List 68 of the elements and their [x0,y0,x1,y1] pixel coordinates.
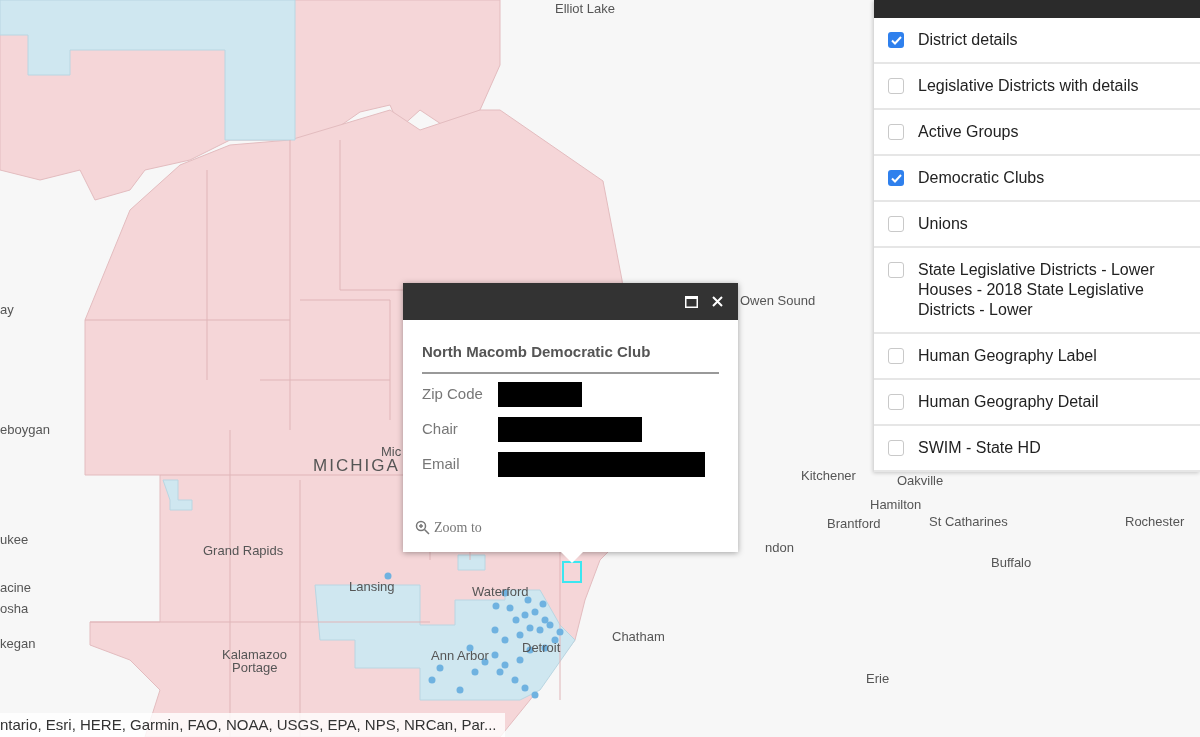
map-label: Detroit [522,640,561,656]
map-label: kegan [0,636,36,652]
map-label: St Catharines [929,514,1008,530]
layer-label: Human Geography Label [918,346,1097,366]
layer-label: Human Geography Detail [918,392,1099,412]
checkbox[interactable] [888,170,904,186]
map-label: ukee [0,532,29,548]
map-label: Portage [232,660,278,676]
layer-label: Active Groups [918,122,1019,142]
checkbox[interactable] [888,348,904,364]
zoom-in-icon [415,520,430,535]
layer-row[interactable]: Human Geography Label [874,334,1200,380]
map-label: Elliot Lake [555,1,615,17]
map-label: Kalamazoo [222,647,288,663]
layer-row[interactable]: District details [874,18,1200,64]
district-area [457,554,486,571]
map-label: Kitchener [801,468,856,484]
district-area [162,479,193,511]
map-label: Owen Sound [740,293,816,309]
map-label: Brantford [827,516,881,532]
attribution-bar: ntario, Esri, HERE, Garmin, FAO, NOAA, USGS, EPA, NPS, NRCan, Par... [0,713,505,737]
map-label: Buffalo [991,555,1032,571]
layer-label: State Legislative Districts - Lower Houses - 2018 State Legislative Districts - Lower [918,260,1156,320]
selection-highlight [562,561,582,583]
layer-label: SWIM - State HD [918,438,1041,458]
checkbox[interactable] [888,124,904,140]
layer-row[interactable]: Active Groups [874,110,1200,156]
field-label: Email [422,453,461,474]
map-label: Hamilton [870,497,922,513]
layer-row[interactable]: Unions [874,202,1200,248]
map-label: MICHIGA [313,456,400,476]
map-label: Mic [381,444,402,459]
map-label: osha [0,601,29,617]
map-label: Ann Arbor [431,648,489,664]
map-label: Waterford [472,584,529,600]
map-label: ndon [765,540,794,556]
map-label: Chatham [612,629,665,645]
checkbox[interactable] [888,78,904,94]
layer-label: Unions [918,214,968,234]
layer-row[interactable]: SWIM - State HD [874,426,1200,472]
zoom-to-link[interactable]: Zoom to [415,517,719,538]
map-label: Lansing [349,579,395,595]
field-label: Zip Code [422,383,484,404]
layer-row[interactable]: Human Geography Detail [874,380,1200,426]
layer-row[interactable]: Democratic Clubs [874,156,1200,202]
checkmark-icon [890,173,902,183]
checkbox[interactable] [888,440,904,456]
checkbox[interactable] [888,394,904,410]
checkbox[interactable] [888,32,904,48]
layer-row[interactable]: Legislative Districts with details [874,64,1200,110]
checkbox[interactable] [888,216,904,232]
field-label: Chair [422,418,459,439]
checkmark-icon [890,35,902,45]
maximize-icon[interactable] [684,294,698,309]
map-label: ay [0,302,14,318]
layer-label: Democratic Clubs [918,168,1045,188]
map-label: Grand Rapids [203,543,284,559]
map-label: Oakville [897,473,944,489]
map-label: eboygan [0,422,50,438]
layer-row[interactable]: State Legislative Districts - Lower Houses - 2018 State Legislative Districts - Lower [874,248,1200,334]
close-icon[interactable] [710,294,724,309]
checkbox[interactable] [888,262,904,278]
layer-label: District details [918,30,1018,50]
map-label: Erie [866,671,890,687]
popup-title: North Macomb Democratic Club [422,342,652,362]
map-label: acine [0,580,32,596]
map-label: Rochester [1125,514,1185,530]
layer-label: Legislative Districts with details [918,76,1139,96]
